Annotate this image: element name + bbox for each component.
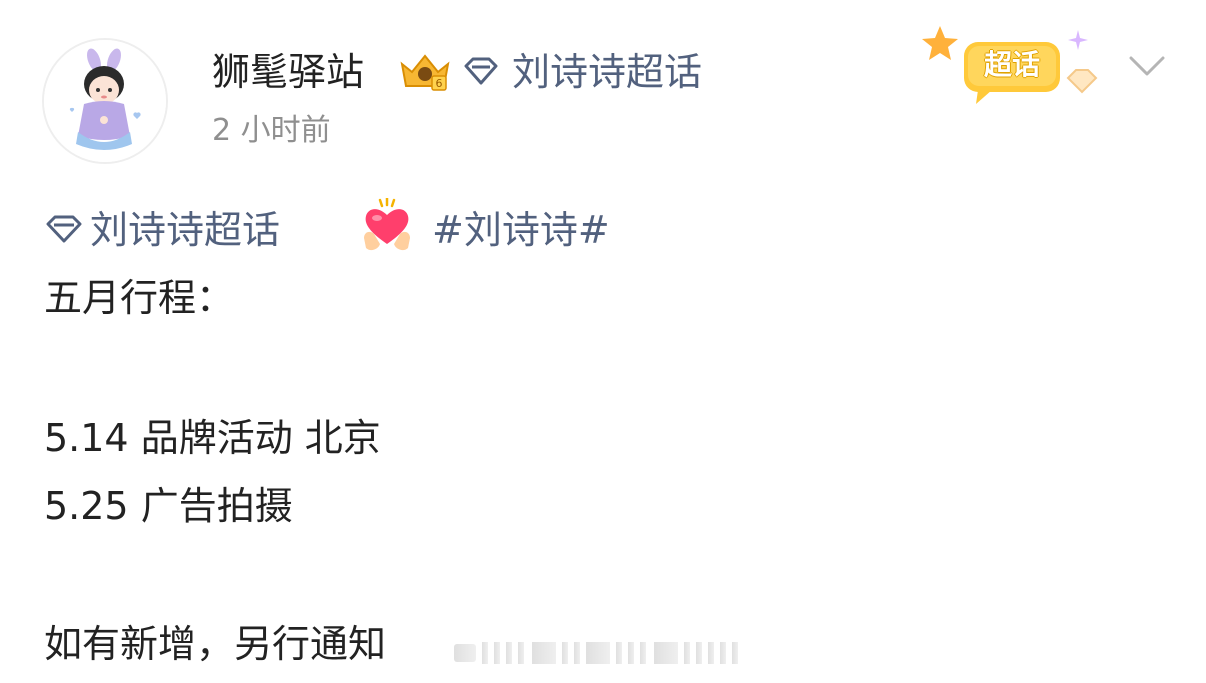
content-footer: 如有新增，另行通知 [44,622,387,666]
hashtag-link[interactable]: #刘诗诗# [432,204,610,256]
content-topic-link[interactable]: 刘诗诗超话 [90,204,280,256]
avatar[interactable] [42,38,168,164]
content-heading: 五月行程： [44,276,235,320]
diamond-icon [462,56,500,86]
heart-hands-emoji [360,196,414,254]
topic-link[interactable]: 刘诗诗超话 [512,46,702,98]
post-timestamp: 2 小时前 [212,113,331,148]
svg-text:6: 6 [436,77,443,90]
vip-crown-badge-icon[interactable]: 6 [396,50,454,94]
chevron-down-icon[interactable] [1128,52,1166,80]
watermark [448,632,758,672]
schedule-item: 5.14 品牌活动 北京 [44,416,381,460]
supertopic-badge[interactable]: 超话 [918,20,1108,110]
supertopic-badge-label: 超话 [983,48,1040,81]
schedule-item: 5.25 广告拍摄 [44,484,293,528]
author-name[interactable]: 狮髦驿站 [212,46,364,98]
avatar-illustration [44,40,166,162]
diamond-icon [44,214,84,244]
